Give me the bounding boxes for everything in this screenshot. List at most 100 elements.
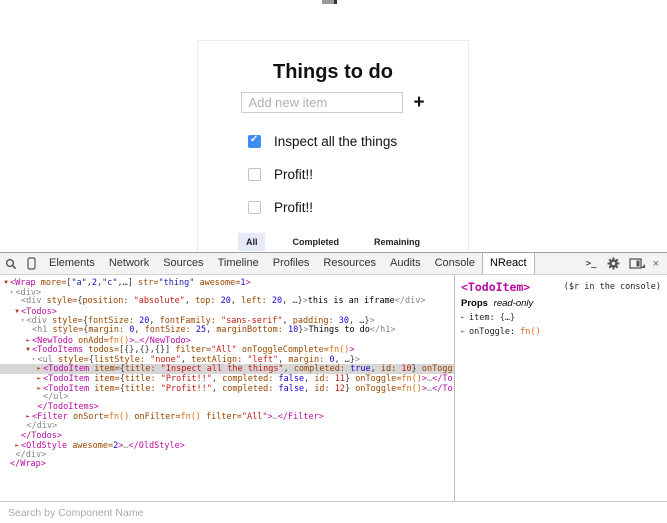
todo-label: Profit!! <box>274 200 313 215</box>
expanded-arrow-icon[interactable]: ▾ <box>30 355 38 365</box>
todo-list: Inspect all the things Profit!! Profit!! <box>248 134 468 214</box>
code-token: left: <box>241 296 272 306</box>
tree-row[interactable]: </div> <box>0 422 454 432</box>
filter-button-completed[interactable]: Completed <box>284 233 347 251</box>
code-token: "Inspect all the things" <box>161 364 284 374</box>
tab-sources[interactable]: Sources <box>156 253 210 274</box>
tree-row[interactable]: ►<OldStyle awesome=2>…</OldStyle> <box>0 441 454 451</box>
collapsed-arrow-icon[interactable]: ► <box>35 364 43 374</box>
tree-row[interactable]: </div> <box>0 451 454 461</box>
todo-row: Profit!! <box>248 167 468 181</box>
tab-console[interactable]: Console <box>428 253 482 274</box>
add-item-button[interactable]: + <box>413 93 424 112</box>
code-token: </NewTodo> <box>140 336 191 346</box>
code-token: completed: <box>222 374 278 384</box>
code-token: > <box>246 278 251 288</box>
code-token: </div> <box>27 421 58 431</box>
code-token: this is an iframe <box>308 296 395 306</box>
collapsed-arrow-icon[interactable]: ► <box>24 336 32 346</box>
filter-button-all[interactable]: All <box>238 233 266 251</box>
code-token: , <box>278 355 288 365</box>
tab-audits[interactable]: Audits <box>383 253 428 274</box>
add-item-input[interactable] <box>241 92 403 113</box>
filter-button-remaining[interactable]: Remaining <box>366 233 428 251</box>
close-icon[interactable]: × <box>653 258 659 270</box>
code-token: </To <box>432 384 452 394</box>
tree-row[interactable]: <h1 style={margin: 0, fontSize: 25, marg… <box>0 326 454 336</box>
collapsed-arrow-icon[interactable]: ► <box>35 384 43 394</box>
code-token: , <box>185 296 195 306</box>
tree-row[interactable]: </Todos> <box>0 432 454 442</box>
code-token: , <box>304 374 314 384</box>
code-token: , <box>212 374 222 384</box>
tree-row[interactable]: ▾<ul style={listStyle: "none", textAlign… <box>0 355 454 365</box>
expanded-arrow-icon[interactable]: ▼ <box>13 307 21 317</box>
tree-row[interactable]: ▼<Wrap more=["a",2,"c",…] str="thing" aw… <box>0 278 454 288</box>
tab-resources[interactable]: Resources <box>316 253 383 274</box>
collapsed-arrow-icon[interactable]: ► <box>461 314 469 321</box>
inspect-element-icon[interactable] <box>0 253 21 274</box>
code-token: ,…] <box>118 278 138 288</box>
tree-row[interactable]: ►<Filter onSort=fn() onFilter=fn() filte… <box>0 412 454 422</box>
collapsed-arrow-icon[interactable]: ► <box>35 374 43 384</box>
code-token: "none" <box>150 355 181 365</box>
expanded-arrow-icon[interactable]: ▼ <box>2 278 10 288</box>
code-token: , …} <box>334 355 354 365</box>
code-token: , <box>231 296 241 306</box>
expanded-arrow-icon[interactable]: ▾ <box>8 288 16 298</box>
gear-icon[interactable] <box>603 257 624 270</box>
toolbar-right-controls: >_ <box>580 253 667 274</box>
code-token: 20 <box>272 296 282 306</box>
prop-row[interactable]: ►item: {…} <box>461 313 661 323</box>
tab-elements[interactable]: Elements <box>42 253 102 274</box>
expanded-arrow-icon[interactable]: ▾ <box>19 316 27 326</box>
tree-row[interactable]: ▼<Todos> <box>0 307 454 317</box>
collapsed-arrow-icon[interactable]: ► <box>461 328 469 335</box>
code-token: top: <box>195 296 221 306</box>
code-token: 20 <box>221 296 231 306</box>
device-toggle-icon[interactable] <box>21 253 42 274</box>
tree-row[interactable]: ►<TodoItem item={title: "Profit!!", comp… <box>0 374 454 384</box>
tab-network[interactable]: Network <box>102 253 156 274</box>
tab-nreact[interactable]: NReact <box>482 253 535 274</box>
code-token: , <box>206 325 216 335</box>
todo-row: Profit!! <box>248 200 468 214</box>
code-token: 10 <box>288 325 298 335</box>
component-search-input[interactable] <box>0 502 667 523</box>
tree-row[interactable]: </Wrap> <box>0 460 454 470</box>
code-token: completed: <box>222 384 278 394</box>
code-token: </h1> <box>370 325 396 335</box>
tree-row[interactable]: ►<TodoItem item={title: "Inspect all the… <box>0 364 454 374</box>
tab-profiles[interactable]: Profiles <box>266 253 317 274</box>
code-token: filter= <box>206 412 242 422</box>
tree-row[interactable]: ▼<TodoItems todos=[{},{},{}] filter="All… <box>0 345 454 355</box>
code-token: fontSize: <box>145 325 196 335</box>
todo-label: Inspect all the things <box>274 134 397 149</box>
code-token: more= <box>41 278 67 288</box>
tree-row[interactable]: <div style={position: "absolute", top: 2… <box>0 297 454 307</box>
expanded-arrow-icon[interactable]: ▼ <box>24 345 32 355</box>
todo-checkbox[interactable] <box>248 201 261 214</box>
code-token: margin: <box>288 355 329 365</box>
add-item-row: + <box>198 92 468 113</box>
code-token: </Wrap> <box>10 459 46 469</box>
code-token: </div> <box>16 450 47 460</box>
prop-row[interactable]: ►onToggle: fn() <box>461 327 661 337</box>
todo-checkbox[interactable] <box>248 135 261 148</box>
code-token: onFilter= <box>134 412 180 422</box>
props-label: Props <box>461 298 488 309</box>
tree-row[interactable]: ►<NewTodo onAdd=fn()>…</NewTodo> <box>0 336 454 346</box>
code-token: todos= <box>88 345 119 355</box>
code-token: style= <box>52 325 83 335</box>
dock-side-icon[interactable] <box>629 258 642 269</box>
console-drawer-icon[interactable]: >_ <box>586 259 597 269</box>
code-token: false <box>278 374 304 384</box>
code-token: <TodoItems <box>32 345 88 355</box>
tab-timeline[interactable]: Timeline <box>211 253 266 274</box>
code-token: fn() <box>180 412 200 422</box>
tree-row[interactable]: </TodoItems> <box>0 403 454 413</box>
todo-checkbox[interactable] <box>248 168 261 181</box>
code-token: filter= <box>175 345 211 355</box>
code-token: onToggleComplete= <box>242 345 329 355</box>
code-token: <div <box>21 296 47 306</box>
